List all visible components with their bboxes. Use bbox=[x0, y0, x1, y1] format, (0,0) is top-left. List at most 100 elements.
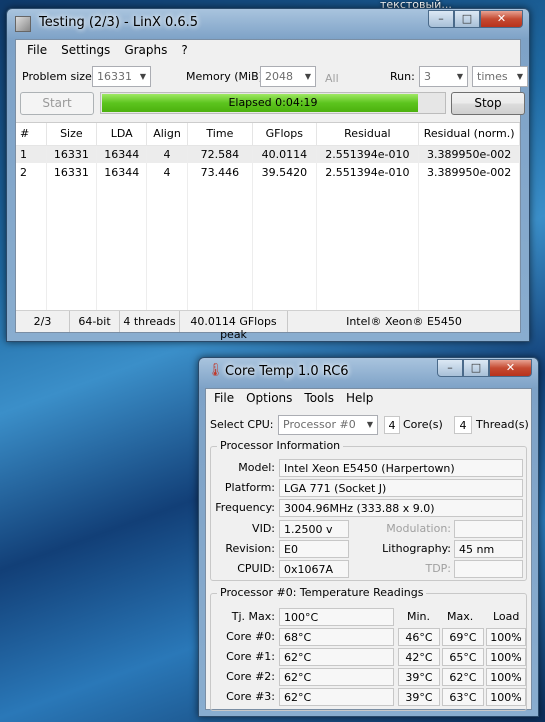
memory-label: Memory (MiB): bbox=[186, 70, 267, 83]
cpuid-value: 0x1067A bbox=[279, 560, 349, 578]
results-header-row: # Size LDA Align Time GFlops Residual Re… bbox=[16, 123, 520, 146]
coretemp-titlebar[interactable]: 🌡 Core Temp 1.0 RC6 – □ ✕ bbox=[199, 358, 538, 388]
results-table[interactable]: # Size LDA Align Time GFlops Residual Re… bbox=[16, 122, 520, 318]
maximize-button[interactable]: □ bbox=[463, 359, 489, 377]
tdp-value bbox=[454, 560, 523, 578]
core1-max: 65°C bbox=[442, 648, 484, 666]
status-bar: 2/3 64-bit 4 threads 40.0114 GFlops peak… bbox=[16, 310, 520, 341]
col-header-align[interactable]: Align bbox=[146, 123, 188, 146]
linx-client: File Settings Graphs ? Problem size: 163… bbox=[15, 39, 528, 341]
table-cell: 3.389950e-002 bbox=[418, 163, 520, 181]
threads-label: Thread(s) bbox=[476, 418, 529, 431]
table-cell: 40.0114 bbox=[252, 145, 317, 163]
core1-temp: 62°C bbox=[279, 648, 394, 666]
start-button[interactable]: Start bbox=[20, 92, 94, 115]
memory-all-link[interactable]: All bbox=[325, 72, 339, 85]
select-cpu-dropdown[interactable]: Processor #0 ▼ bbox=[278, 415, 378, 435]
table-row[interactable]: 2 16331 16344 4 73.446 39.5420 2.551394e… bbox=[16, 163, 520, 181]
cpuid-label: CPUID: bbox=[237, 562, 275, 575]
minimize-button[interactable]: – bbox=[437, 359, 463, 377]
coretemp-client: File Options Tools Help Select CPU: Proc… bbox=[205, 388, 532, 711]
col-min-label: Min. bbox=[407, 610, 431, 623]
run-count-select[interactable]: 3 ▼ bbox=[419, 66, 468, 87]
chevron-down-icon: ▼ bbox=[366, 420, 373, 429]
core3-min: 39°C bbox=[398, 688, 440, 706]
run-count-value: 3 bbox=[424, 70, 431, 83]
core2-max: 62°C bbox=[442, 668, 484, 686]
col-header-lda[interactable]: LDA bbox=[96, 123, 148, 146]
processor-info-group: Processor Information Model: Intel Xeon … bbox=[210, 439, 527, 581]
chevron-down-icon: ▼ bbox=[139, 72, 146, 81]
run-unit-select[interactable]: times ▼ bbox=[472, 66, 528, 87]
col-header-size[interactable]: Size bbox=[46, 123, 98, 146]
col-header-gflops[interactable]: GFlops bbox=[252, 123, 317, 146]
table-cell: 16331 bbox=[46, 145, 98, 163]
coretemp-window-title: Core Temp 1.0 RC6 bbox=[225, 364, 349, 379]
coretemp-menubar: File Options Tools Help bbox=[206, 389, 531, 408]
problem-size-select[interactable]: 16331 ▼ bbox=[92, 66, 151, 87]
frequency-value: 3004.96MHz (333.88 x 9.0) bbox=[279, 499, 523, 517]
col-header-residual-norm[interactable]: Residual (norm.) bbox=[418, 123, 520, 146]
memory-select[interactable]: 2048 ▼ bbox=[260, 66, 316, 87]
vid-label: VID: bbox=[252, 522, 275, 535]
linx-window-title: Testing (2/3) - LinX 0.6.5 bbox=[39, 15, 199, 30]
chevron-down-icon: ▼ bbox=[304, 72, 311, 81]
col-header-time[interactable]: Time bbox=[187, 123, 254, 146]
lithography-label: Lithography: bbox=[382, 542, 451, 555]
status-threads: 4 threads bbox=[120, 311, 180, 332]
col-load-label: Load bbox=[493, 610, 520, 623]
menu-tools[interactable]: Tools bbox=[298, 389, 340, 408]
status-peak-gflops: 40.0114 GFlops peak bbox=[180, 311, 288, 341]
menu-file[interactable]: File bbox=[20, 40, 54, 60]
table-cell: 3.389950e-002 bbox=[418, 145, 520, 163]
problem-size-label: Problem size: bbox=[22, 70, 96, 83]
col-header-residual[interactable]: Residual bbox=[316, 123, 420, 146]
table-cell: 16331 bbox=[46, 163, 98, 181]
linx-app-icon bbox=[15, 16, 31, 32]
linx-menubar: File Settings Graphs ? bbox=[16, 40, 520, 60]
elapsed-progress-bar: Elapsed 0:04:19 bbox=[100, 92, 446, 114]
core0-max: 69°C bbox=[442, 628, 484, 646]
table-cell: 16344 bbox=[96, 163, 148, 181]
status-run-progress: 2/3 bbox=[16, 311, 70, 332]
temperature-title: Processor #0: Temperature Readings bbox=[217, 586, 427, 599]
modulation-label: Modulation: bbox=[386, 522, 451, 535]
table-cell: 4 bbox=[146, 163, 188, 181]
table-cell: 73.446 bbox=[187, 163, 254, 181]
run-label: Run: bbox=[390, 70, 415, 83]
menu-graphs[interactable]: Graphs bbox=[117, 40, 174, 60]
menu-help[interactable]: ? bbox=[174, 40, 194, 60]
table-cell: 72.584 bbox=[187, 145, 254, 163]
platform-label: Platform: bbox=[224, 481, 275, 494]
revision-label: Revision: bbox=[225, 542, 275, 555]
tjmax-value: 100°C bbox=[279, 608, 394, 626]
model-value: Intel Xeon E5450 (Harpertown) bbox=[279, 459, 523, 477]
close-button[interactable]: ✕ bbox=[489, 359, 532, 377]
close-button[interactable]: ✕ bbox=[480, 10, 523, 28]
temperature-group: Processor #0: Temperature Readings Tj. M… bbox=[210, 586, 527, 711]
menu-settings[interactable]: Settings bbox=[54, 40, 117, 60]
status-bitness: 64-bit bbox=[70, 311, 120, 332]
menu-options[interactable]: Options bbox=[240, 389, 298, 408]
table-cell: 2.551394e-010 bbox=[316, 163, 420, 181]
core2-min: 39°C bbox=[398, 668, 440, 686]
col-header-index[interactable]: # bbox=[16, 123, 47, 146]
minimize-button[interactable]: – bbox=[428, 10, 454, 28]
stop-button[interactable]: Stop bbox=[451, 92, 525, 115]
lithography-value: 45 nm bbox=[454, 540, 523, 558]
modulation-value bbox=[454, 520, 523, 538]
table-cell: 39.5420 bbox=[252, 163, 317, 181]
processor-info-title: Processor Information bbox=[217, 439, 344, 452]
select-cpu-value: Processor #0 bbox=[283, 418, 356, 431]
core2-temp: 62°C bbox=[279, 668, 394, 686]
model-label: Model: bbox=[238, 461, 275, 474]
table-row[interactable]: 1 16331 16344 4 72.584 40.0114 2.551394e… bbox=[16, 145, 520, 163]
menu-help[interactable]: Help bbox=[340, 389, 379, 408]
table-cell: 16344 bbox=[96, 145, 148, 163]
chevron-down-icon: ▼ bbox=[516, 72, 523, 81]
maximize-button[interactable]: □ bbox=[454, 10, 480, 28]
core0-min: 46°C bbox=[398, 628, 440, 646]
menu-file[interactable]: File bbox=[208, 389, 240, 408]
linx-titlebar[interactable]: Testing (2/3) - LinX 0.6.5 – □ ✕ bbox=[7, 9, 529, 39]
problem-size-value: 16331 bbox=[97, 70, 132, 83]
